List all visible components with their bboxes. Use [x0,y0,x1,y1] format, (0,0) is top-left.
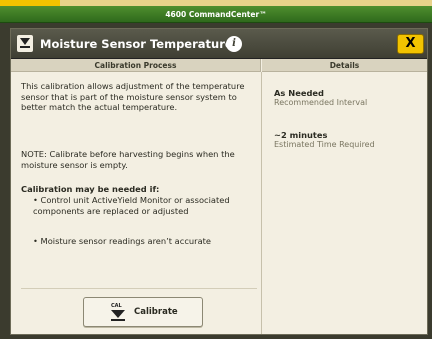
note-text: NOTE: Calibrate before harvesting begins… [21,149,235,170]
conditions-heading: Calibration may be needed if: [21,184,160,194]
window-title: 4600 CommandCenter™ [0,6,432,23]
arrow-down-shape [20,38,30,45]
bar-shape [20,46,30,48]
calibrate-button[interactable]: CAL Calibrate [83,297,203,327]
time-label: Estimated Time Required [274,140,375,149]
condition-item: • Control unit ActiveYield Monitor or as… [33,195,230,216]
calibrate-icon: CAL [110,303,126,322]
bar-shape [111,319,125,321]
calibrate-label: Calibrate [134,307,178,317]
arrow-down-shape [111,310,125,318]
condition-item: • Moisture sensor readings aren’t accura… [33,236,212,246]
interval-value: As Needed [274,88,324,98]
button-separator [21,288,257,289]
dialog-title: Moisture Sensor Temperature [40,37,233,51]
calibration-process-header: Calibration Process [11,59,261,72]
details-header: Details [262,59,427,72]
cal-text: CAL [111,303,122,309]
time-value: ~2 minutes [274,130,328,140]
intro-text: This calibration allows adjustment of th… [21,81,245,112]
info-icon[interactable]: i [226,36,242,52]
calibrate-icon [17,35,33,52]
column-divider [261,72,262,334]
calibration-dialog: Moisture Sensor Temperature i X Calibrat… [10,28,428,335]
close-button[interactable]: X [397,34,424,54]
dialog-header: Moisture Sensor Temperature i X [11,29,427,59]
interval-label: Recommended Interval [274,98,368,107]
